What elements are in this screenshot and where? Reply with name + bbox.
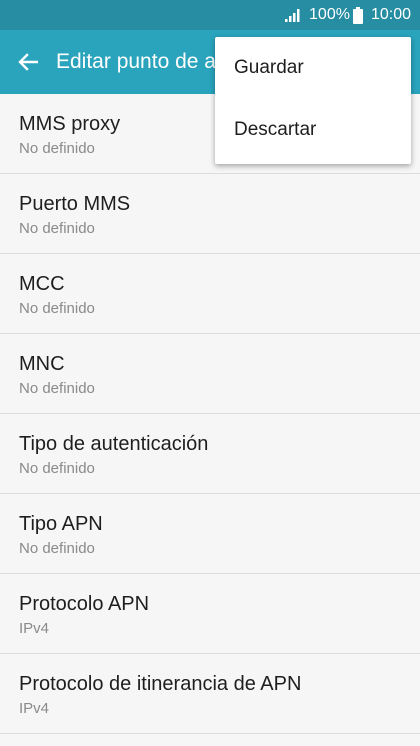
setting-title: Tipo APN [19,513,103,535]
settings-list: MMS proxy No definido Puerto MMS No defi… [0,94,420,734]
discard-menu-item[interactable]: Descartar [215,99,411,161]
status-bar: 100% 10:00 [0,0,420,30]
setting-mcc[interactable]: MCC No definido [0,254,420,334]
setting-value: No definido [19,300,95,317]
setting-value: No definido [19,460,95,477]
save-menu-item[interactable]: Guardar [215,37,411,99]
battery-icon [352,6,363,24]
setting-mms-port[interactable]: Puerto MMS No definido [0,174,420,254]
setting-apn-type[interactable]: Tipo APN No definido [0,494,420,574]
battery-percentage: 100% [309,6,350,23]
setting-auth-type[interactable]: Tipo de autenticación No definido [0,414,420,494]
setting-apn-protocol[interactable]: Protocolo APN IPv4 [0,574,420,654]
setting-value: IPv4 [19,700,50,717]
setting-title: MNC [19,353,65,375]
setting-value: No definido [19,380,95,397]
arrow-back-icon[interactable] [0,30,56,94]
setting-title: Tipo de autenticación [19,433,209,455]
signal-icon [285,8,303,22]
setting-mnc[interactable]: MNC No definido [0,334,420,414]
setting-title: Puerto MMS [19,193,131,215]
setting-value: IPv4 [19,620,50,637]
setting-title: Protocolo APN [19,593,150,615]
clock: 10:00 [370,6,411,23]
setting-value: No definido [19,540,95,557]
overflow-menu: Guardar Descartar [215,37,411,164]
setting-value: No definido [19,220,95,237]
setting-title: Protocolo de itinerancia de APN [19,673,302,695]
setting-title: MCC [19,273,65,295]
setting-apn-roaming-protocol[interactable]: Protocolo de itinerancia de APN IPv4 [0,654,420,734]
